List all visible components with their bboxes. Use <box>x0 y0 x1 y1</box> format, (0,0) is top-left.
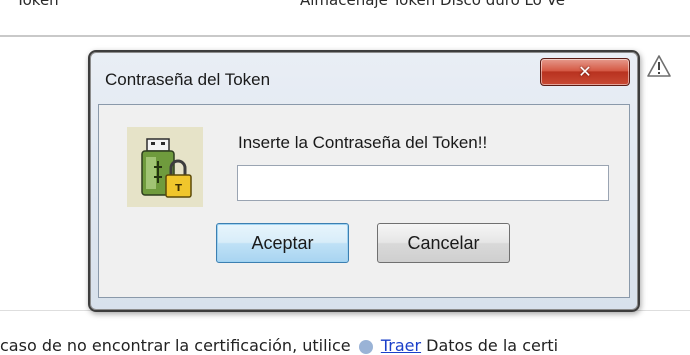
dialog-body: T Inserte la Contraseña del Token!! Acep… <box>98 104 630 298</box>
close-icon: ✕ <box>578 62 592 81</box>
background-header-left-text: Token <box>16 0 59 9</box>
background-divider <box>0 35 690 37</box>
background-footer-text: caso de no encontrar la certificación, u… <box>0 336 558 355</box>
key-icon <box>358 339 373 354</box>
svg-text:T: T <box>175 183 182 194</box>
background-footer-text-after: Datos de la certi <box>426 336 559 355</box>
cancel-button[interactable]: Cancelar <box>377 223 510 263</box>
dialog-title: Contraseña del Token <box>105 70 271 89</box>
background-header-right-text: Almacenaje Token Disco duro Lo Ve <box>300 0 565 9</box>
accept-button[interactable]: Aceptar <box>216 223 349 263</box>
background-header: Token Almacenaje Token Disco duro Lo Ve <box>0 0 690 22</box>
traer-link[interactable]: Traer <box>381 336 421 355</box>
password-input[interactable] <box>237 165 609 201</box>
background-footer-text-before: caso de no encontrar la certificación, u… <box>0 336 351 355</box>
usb-token-lock-icon: T <box>127 127 203 207</box>
warning-icon <box>647 55 671 77</box>
password-prompt-label: Inserte la Contraseña del Token!! <box>238 133 488 152</box>
dialog-titlebar[interactable]: Contraseña del Token ✕ <box>90 52 638 104</box>
close-button[interactable]: ✕ <box>540 58 630 86</box>
token-password-dialog: Contraseña del Token ✕ T Inserte la Cont… <box>88 50 640 312</box>
